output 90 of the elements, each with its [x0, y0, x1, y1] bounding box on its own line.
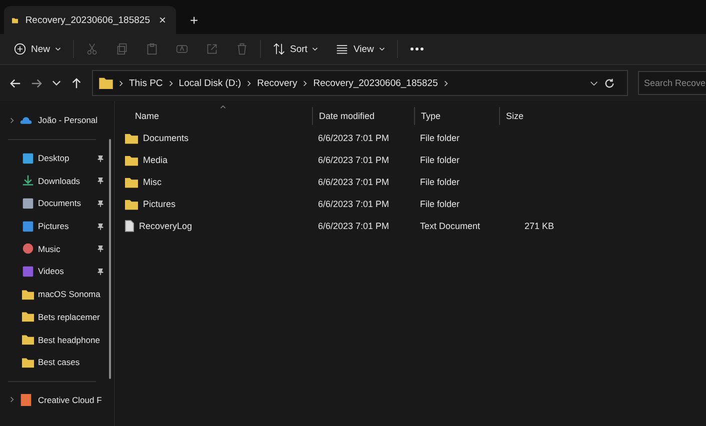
chevron-right-icon	[303, 80, 308, 86]
more-icon	[410, 47, 424, 51]
folder-icon	[125, 132, 138, 144]
chevron-right-icon[interactable]	[10, 396, 14, 404]
file-name[interactable]: Documents	[143, 133, 189, 143]
file-name[interactable]: RecoveryLog	[139, 221, 192, 231]
sidebar-item[interactable]: Best headphone	[38, 334, 100, 345]
file-type: File folder	[420, 155, 460, 165]
sidebar-item[interactable]: macOS Sonoma	[38, 289, 100, 300]
chevron-right-icon[interactable]	[10, 116, 14, 124]
folder-icon	[99, 77, 113, 89]
caret-icon	[312, 47, 318, 51]
address-bar[interactable]: This PC Local Disk (D:) Recovery Recovery_20230606_185825	[92, 70, 628, 96]
chevron-down-icon[interactable]	[52, 80, 61, 86]
file-size: 271 KB	[524, 221, 554, 231]
caret-icon	[55, 47, 62, 51]
sidebar-item[interactable]: Pictures	[38, 221, 69, 232]
list-icon	[336, 43, 348, 55]
sidebar-item[interactable]: Downloads	[38, 176, 80, 186]
scissors-icon	[86, 43, 98, 55]
documents-icon	[22, 198, 34, 209]
file-name[interactable]: Media	[143, 155, 168, 165]
chevron-right-icon	[168, 80, 173, 86]
sidebar-item[interactable]: Videos	[38, 266, 64, 276]
date-modified: 6/6/2023 7:01 PM	[318, 199, 390, 209]
music-icon	[22, 243, 34, 254]
sidebar-item[interactable]: João - Personal	[38, 115, 98, 126]
breadcrumb-item[interactable]: This PC	[129, 78, 163, 88]
file-type: File folder	[420, 199, 460, 209]
date-modified: 6/6/2023 7:01 PM	[318, 177, 390, 187]
search-field[interactable]: Search Recove	[638, 71, 706, 95]
caret-icon	[378, 47, 385, 51]
pictures-icon	[22, 220, 34, 232]
file-name[interactable]: Misc	[143, 177, 162, 187]
app-folder-icon	[20, 394, 32, 406]
videos-icon	[22, 266, 34, 277]
close-tab-button[interactable]: ×	[156, 13, 168, 27]
date-modified: 6/6/2023 7:01 PM	[318, 133, 390, 143]
column-header[interactable]: Size	[506, 111, 524, 121]
breadcrumb-item[interactable]: Local Disk (D:)	[178, 78, 242, 88]
sidebar-item[interactable]: Creative Cloud F	[38, 394, 102, 405]
file-type: File folder	[420, 133, 460, 143]
sort-button[interactable]: Sort	[267, 40, 324, 58]
scrollbar[interactable]	[109, 139, 111, 379]
copy-icon	[116, 43, 128, 55]
sidebar-item[interactable]: Music	[38, 244, 60, 254]
refresh-icon[interactable]	[604, 78, 615, 88]
sidebar-item[interactable]: Desktop	[38, 153, 70, 164]
date-modified: 6/6/2023 7:01 PM	[318, 221, 390, 231]
desktop-icon	[22, 152, 34, 164]
chevron-down-icon[interactable]	[590, 80, 598, 86]
breadcrumb-item[interactable]: Recovery_20230606_185825	[313, 78, 438, 88]
sidebar-item[interactable]: Documents	[38, 198, 81, 208]
file-type: File folder	[420, 177, 460, 187]
breadcrumb-item[interactable]: Recovery	[257, 78, 298, 88]
new-button[interactable]: New	[8, 40, 68, 58]
folder-icon	[125, 198, 138, 210]
view-button[interactable]: View	[330, 40, 391, 58]
clipboard-icon	[146, 43, 158, 55]
sidebar-item[interactable]: Bets replacemer	[38, 312, 100, 322]
chevron-right-icon	[444, 80, 448, 86]
new-tab-button[interactable]: +	[186, 12, 202, 28]
folder-icon	[125, 154, 138, 166]
chevron-right-icon	[119, 80, 123, 86]
sidebar-item[interactable]: Best cases	[38, 357, 80, 368]
folder-icon	[125, 176, 138, 188]
folder-icon	[22, 334, 34, 346]
plus-circle-icon	[14, 43, 26, 55]
up-arrow-icon[interactable]	[71, 78, 82, 88]
folder-icon	[22, 311, 34, 322]
window-tab[interactable]: Recovery_20230606_185825 ×	[4, 6, 176, 34]
file-type: Text Document	[420, 221, 480, 231]
file-name[interactable]: Pictures	[143, 199, 176, 209]
forward-arrow-icon[interactable]	[31, 78, 42, 88]
cloud-icon	[20, 116, 32, 124]
document-icon	[125, 220, 134, 232]
share-icon	[206, 43, 218, 55]
folder-icon	[22, 288, 34, 300]
column-header[interactable]: Date modified	[319, 111, 375, 121]
chevron-right-icon	[247, 80, 252, 86]
rename-icon	[176, 43, 188, 55]
date-modified: 6/6/2023 7:01 PM	[318, 155, 390, 165]
sort-icon	[273, 43, 286, 55]
column-header[interactable]: Name	[135, 111, 160, 121]
downloads-icon	[22, 175, 34, 186]
back-arrow-icon[interactable]	[10, 78, 21, 88]
folder-icon	[22, 356, 34, 368]
column-header[interactable]: Type	[421, 111, 441, 121]
trash-icon	[236, 43, 248, 55]
tab-title: Recovery_20230606_185825	[25, 14, 150, 26]
